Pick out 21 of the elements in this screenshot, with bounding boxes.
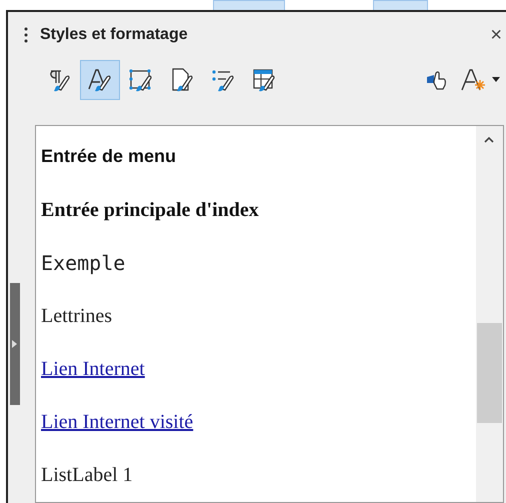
style-category-tab[interactable] bbox=[80, 60, 120, 100]
scroll-thumb[interactable] bbox=[477, 323, 502, 423]
table-brush-icon bbox=[251, 67, 277, 93]
grip-icon[interactable] bbox=[24, 27, 28, 43]
style-entry[interactable]: Exemple bbox=[41, 248, 126, 278]
style-entry[interactable]: Lien Internet visité bbox=[41, 407, 194, 438]
scrollbar[interactable] bbox=[476, 126, 503, 502]
sidebar-handle[interactable] bbox=[10, 283, 20, 405]
frame-brush-icon bbox=[128, 67, 154, 93]
caret-icon[interactable] bbox=[492, 77, 500, 83]
expand-arrow-icon[interactable] bbox=[12, 340, 17, 348]
letter-brush-icon bbox=[87, 67, 113, 93]
style-entry[interactable]: Entrée principale d'index bbox=[41, 194, 259, 225]
style-entry[interactable]: Lien Internet bbox=[41, 354, 145, 384]
new-style-icon[interactable] bbox=[460, 68, 488, 92]
panel-title: Styles et formatage bbox=[40, 25, 188, 45]
close-button[interactable]: × bbox=[490, 25, 502, 45]
style-entry[interactable]: Entrée de menu bbox=[41, 143, 176, 170]
style-entry[interactable]: Lettrines bbox=[41, 300, 112, 331]
style-entry[interactable]: ListLabel 1 bbox=[41, 460, 133, 490]
scroll-up-icon[interactable] bbox=[484, 136, 494, 143]
